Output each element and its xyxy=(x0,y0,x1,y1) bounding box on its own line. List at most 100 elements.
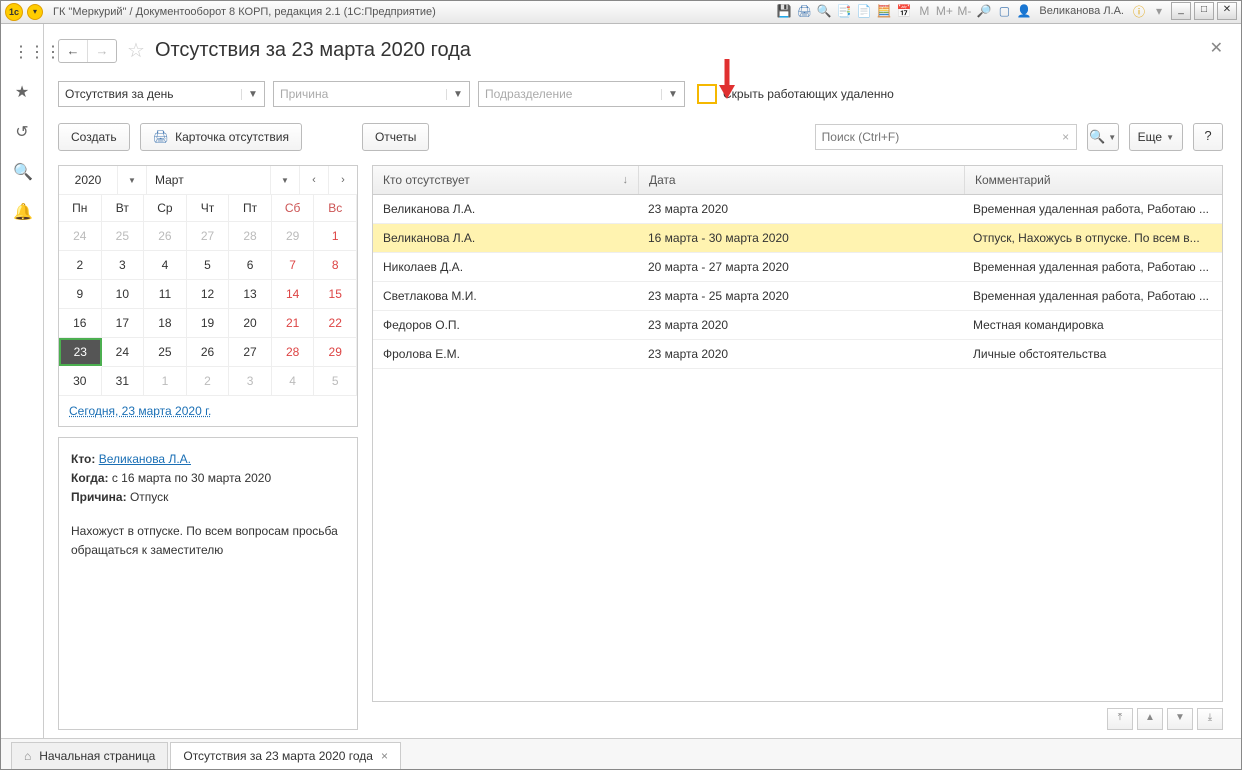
calendar-day[interactable]: 19 xyxy=(187,309,230,338)
create-button[interactable]: Создать xyxy=(58,123,130,151)
calendar-day[interactable]: 28 xyxy=(272,338,315,367)
calendar-day[interactable]: 13 xyxy=(229,280,272,309)
calendar-day[interactable]: 30 xyxy=(59,367,102,396)
forward-button[interactable]: → xyxy=(88,40,116,62)
calendar-day[interactable]: 10 xyxy=(102,280,145,309)
current-user[interactable]: Великанова Л.А. xyxy=(1035,5,1128,17)
calendar-year[interactable]: 2020 xyxy=(59,166,118,194)
page-close-button[interactable]: ✕ xyxy=(1210,38,1223,58)
calendar-day[interactable]: 2 xyxy=(187,367,230,396)
more-button[interactable]: Еще▼ xyxy=(1129,123,1183,151)
calendar-day[interactable]: 5 xyxy=(187,251,230,280)
calendar-day[interactable]: 24 xyxy=(59,222,102,251)
calendar-day[interactable]: 17 xyxy=(102,309,145,338)
calendar-day[interactable]: 11 xyxy=(144,280,187,309)
sections-icon[interactable]: ⋮⋮⋮ xyxy=(13,42,31,60)
search-input[interactable]: × xyxy=(815,124,1077,150)
m-minus-icon[interactable]: M- xyxy=(955,2,973,20)
prev-month-button[interactable]: ‹ xyxy=(300,166,329,194)
calendar-day[interactable]: 16 xyxy=(59,309,102,338)
help-button[interactable]: ? xyxy=(1193,123,1223,151)
table-row[interactable]: Николаев Д.А.20 марта - 27 марта 2020Вре… xyxy=(373,253,1222,282)
calendar-day[interactable]: 28 xyxy=(229,222,272,251)
calendar-day[interactable]: 7 xyxy=(272,251,315,280)
close-button[interactable]: ✕ xyxy=(1217,2,1237,20)
save-icon[interactable]: 💾 xyxy=(775,2,793,20)
calendar-month[interactable]: Март xyxy=(147,166,271,194)
search-clear-icon[interactable]: × xyxy=(1056,130,1076,144)
calendar-day[interactable]: 21 xyxy=(272,309,315,338)
tab-home[interactable]: ⌂ Начальная страница xyxy=(11,742,168,769)
calendar-day[interactable]: 23 xyxy=(59,338,102,366)
print-icon[interactable]: 🖨 xyxy=(795,2,813,20)
month-dropdown-icon[interactable]: ▼ xyxy=(271,166,300,194)
list-top-button[interactable]: ⤒ xyxy=(1107,708,1133,730)
calendar-day[interactable]: 22 xyxy=(314,309,357,338)
calendar-day[interactable]: 24 xyxy=(102,338,145,367)
minimize-button[interactable]: _ xyxy=(1171,2,1191,20)
table-row[interactable]: Светлакова М.И.23 марта - 25 марта 2020В… xyxy=(373,282,1222,311)
reports-button[interactable]: Отчеты xyxy=(362,123,429,151)
hide-remote-checkbox[interactable] xyxy=(697,84,717,104)
calendar-day[interactable]: 26 xyxy=(144,222,187,251)
calendar-day[interactable]: 12 xyxy=(187,280,230,309)
preview-icon[interactable]: 🔍 xyxy=(815,2,833,20)
tab-close-icon[interactable]: × xyxy=(381,749,388,763)
calendar-day[interactable]: 9 xyxy=(59,280,102,309)
calendar-day[interactable]: 1 xyxy=(144,367,187,396)
calendar-day[interactable]: 3 xyxy=(229,367,272,396)
calendar-day[interactable]: 6 xyxy=(229,251,272,280)
calendar-day[interactable]: 25 xyxy=(144,338,187,367)
favorites-icon[interactable]: ★ xyxy=(13,82,31,100)
absence-card-button[interactable]: 🖨Карточка отсутствия xyxy=(140,123,302,151)
calendar-day[interactable]: 4 xyxy=(272,367,315,396)
table-row[interactable]: Великанова Л.А.23 марта 2020Временная уд… xyxy=(373,195,1222,224)
calendar-day[interactable]: 27 xyxy=(229,338,272,367)
app-menu-dropdown[interactable]: ▾ xyxy=(27,4,43,20)
reason-filter[interactable]: Причина ▼ xyxy=(273,81,470,107)
calc-icon[interactable]: 🧮 xyxy=(875,2,893,20)
info-icon[interactable]: ⓘ xyxy=(1130,2,1148,20)
department-filter[interactable]: Подразделение ▼ xyxy=(478,81,685,107)
calendar-day[interactable]: 3 xyxy=(102,251,145,280)
period-filter[interactable]: Отсутствия за день ▼ xyxy=(58,81,265,107)
calendar-day[interactable]: 8 xyxy=(314,251,357,280)
search-run-button[interactable]: 🔍▼ xyxy=(1087,123,1119,151)
back-button[interactable]: ← xyxy=(59,40,88,62)
copy-icon[interactable]: 📄 xyxy=(855,2,873,20)
history-icon[interactable]: ↺ xyxy=(13,122,31,140)
calendar-day[interactable]: 4 xyxy=(144,251,187,280)
calendar-day[interactable]: 27 xyxy=(187,222,230,251)
calendar-day[interactable]: 31 xyxy=(102,367,145,396)
zoom-icon[interactable]: 🔎 xyxy=(975,2,993,20)
today-link[interactable]: Сегодня, 23 марта 2020 г. xyxy=(59,396,357,426)
table-row[interactable]: Федоров О.П.23 марта 2020Местная команди… xyxy=(373,311,1222,340)
search-field[interactable] xyxy=(816,130,1056,144)
tab-current[interactable]: Отсутствия за 23 марта 2020 года × xyxy=(170,742,401,769)
m-plus-icon[interactable]: M+ xyxy=(935,2,953,20)
maximize-button[interactable]: □ xyxy=(1194,2,1214,20)
compare-icon[interactable]: 📑 xyxy=(835,2,853,20)
calendar-day[interactable]: 15 xyxy=(314,280,357,309)
year-dropdown-icon[interactable]: ▼ xyxy=(118,166,147,194)
calendar-day[interactable]: 29 xyxy=(272,222,315,251)
favorite-star-icon[interactable]: ☆ xyxy=(127,38,145,63)
table-row[interactable]: Фролова Е.М.23 марта 2020Личные обстояте… xyxy=(373,340,1222,369)
calendar-day[interactable]: 1 xyxy=(314,222,357,251)
calendar-day[interactable]: 20 xyxy=(229,309,272,338)
calendar-day[interactable]: 25 xyxy=(102,222,145,251)
list-up-button[interactable]: ▲ xyxy=(1137,708,1163,730)
col-comment[interactable]: Комментарий xyxy=(965,166,1222,194)
next-month-button[interactable]: › xyxy=(329,166,357,194)
calendar-day[interactable]: 14 xyxy=(272,280,315,309)
menu-drop-icon[interactable]: ▾ xyxy=(1150,2,1168,20)
who-link[interactable]: Великанова Л.А. xyxy=(99,452,191,466)
col-date[interactable]: Дата xyxy=(639,166,965,194)
search-sidebar-icon[interactable]: 🔍 xyxy=(13,162,31,180)
calendar-day[interactable]: 26 xyxy=(187,338,230,367)
m-icon[interactable]: M xyxy=(915,2,933,20)
calendar-day[interactable]: 2 xyxy=(59,251,102,280)
calendar-day[interactable]: 5 xyxy=(314,367,357,396)
list-down-button[interactable]: ▼ xyxy=(1167,708,1193,730)
notifications-icon[interactable]: 🔔 xyxy=(13,202,31,220)
